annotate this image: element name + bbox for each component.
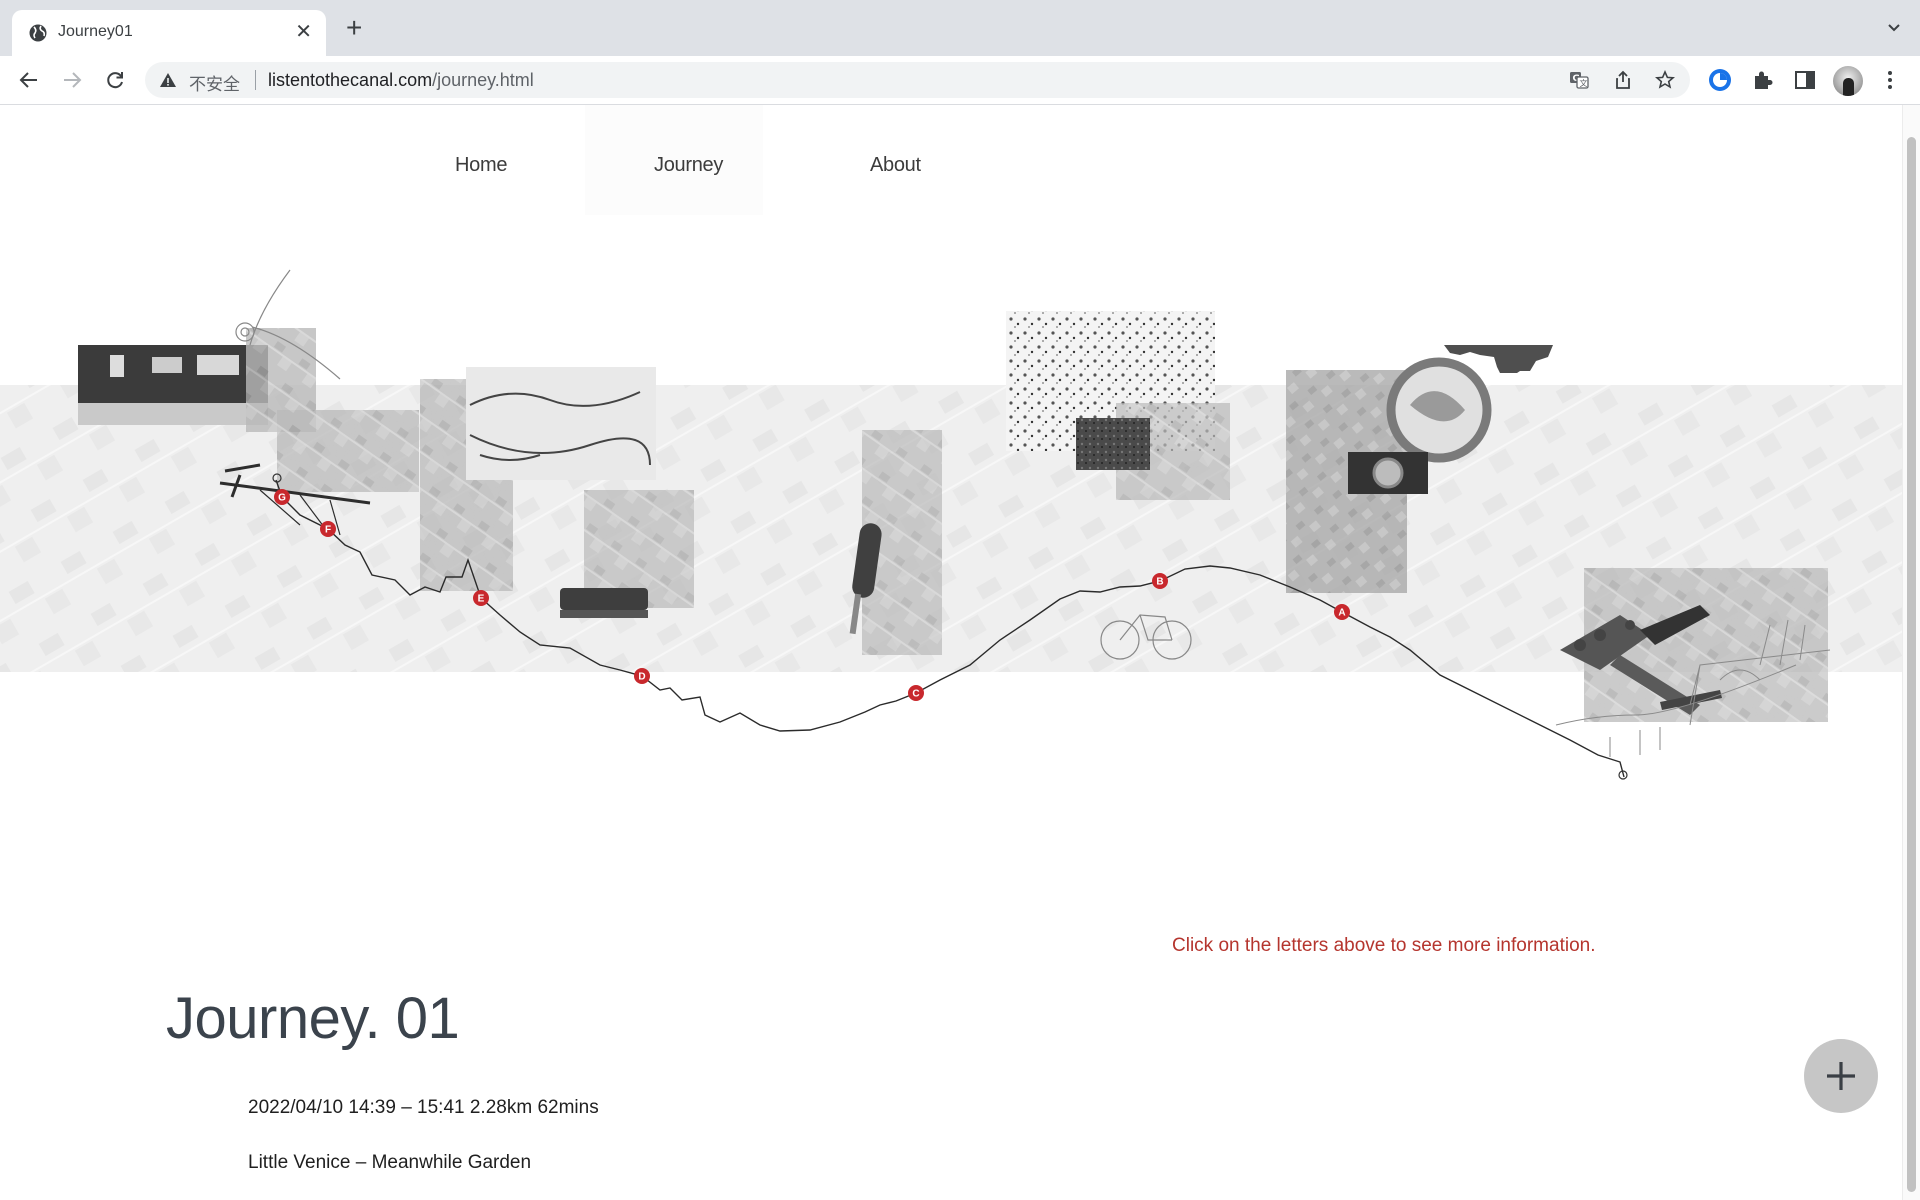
marker-f[interactable]: F (320, 521, 336, 537)
translate-icon[interactable]: G文 (1569, 70, 1589, 90)
security-status[interactable]: 不安全 (189, 70, 240, 95)
marker-letter[interactable]: F (325, 525, 331, 536)
marker-d[interactable]: D (634, 668, 650, 684)
tab-title: Journey01 (58, 23, 133, 40)
puzzle-icon[interactable] (1751, 68, 1775, 92)
plus-icon (1827, 1062, 1855, 1090)
marker-letter[interactable]: G (278, 493, 286, 504)
globe-icon (29, 24, 47, 42)
boat-window (110, 355, 124, 377)
journey-datetime-distance: 2022/04/10 14:39 – 15:41 2.28km 62mins (248, 1097, 599, 1118)
back-button[interactable] (15, 66, 43, 94)
new-tab-button[interactable]: + (346, 14, 362, 42)
url-text[interactable]: listentothecanal.com/journey.html (268, 70, 534, 91)
browser-tab-strip: Journey01 ✕ + (0, 0, 1920, 56)
journey-title: Journey. 01 (166, 986, 460, 1051)
marker-g[interactable]: G (274, 489, 290, 505)
aerial-photo (277, 410, 419, 492)
boat-window (152, 357, 182, 373)
close-icon[interactable]: ✕ (295, 20, 312, 44)
avatar-silhouette (1843, 78, 1854, 96)
bench-seat (560, 610, 648, 618)
marker-letter[interactable]: A (1338, 608, 1345, 619)
kebab-menu-icon[interactable] (1878, 68, 1902, 92)
side-panel-icon[interactable] (1793, 68, 1817, 92)
marker-letter[interactable]: E (478, 594, 485, 605)
scrollbar-thumb[interactable] (1907, 137, 1916, 1192)
narrowboat-reflection (78, 403, 268, 425)
browser-toolbar: 不安全 listentothecanal.com/journey.html G文 (0, 56, 1920, 105)
chevron-down-icon[interactable] (1886, 20, 1902, 36)
address-bar[interactable]: 不安全 listentothecanal.com/journey.html G文 (145, 62, 1690, 98)
narrowboat-photo (78, 345, 268, 403)
marker-c[interactable]: C (908, 685, 924, 701)
reload-button[interactable] (101, 66, 129, 94)
page-scrollbar[interactable] (1902, 105, 1920, 1200)
marker-e[interactable]: E (473, 590, 489, 606)
info-prompt: Click on the letters above to see more i… (1172, 935, 1596, 956)
marker-letter[interactable]: B (1156, 577, 1163, 588)
forward-button[interactable] (58, 66, 86, 94)
marker-b[interactable]: B (1152, 573, 1168, 589)
browser-tab[interactable]: Journey01 ✕ (12, 10, 326, 56)
bench-photo (560, 588, 648, 610)
arrow-left-icon (19, 72, 37, 88)
expand-fab-button[interactable] (1804, 1039, 1878, 1113)
svg-text:文: 文 (1580, 78, 1588, 88)
divider (255, 70, 256, 90)
marker-letter[interactable]: D (638, 672, 645, 683)
marker-a[interactable]: A (1334, 604, 1350, 620)
warning-icon[interactable] (159, 71, 177, 89)
journey-route: Little Venice – Meanwhile Garden (248, 1152, 532, 1173)
url-host: listentothecanal.com (268, 70, 433, 90)
marker-letter[interactable]: C (912, 689, 919, 700)
foliage-photo (1076, 418, 1150, 470)
extension-globe-icon[interactable] (1708, 68, 1732, 92)
lens-small-circle (1372, 457, 1404, 489)
riverbank-sketch (466, 367, 656, 480)
avatar-icon[interactable] (1833, 66, 1863, 96)
url-path: /journey.html (432, 70, 534, 90)
page-content: Home Journey About G F E D C B A Click o… (0, 105, 1902, 1200)
share-icon[interactable] (1613, 70, 1633, 90)
star-icon[interactable] (1655, 70, 1675, 90)
arrow-right-icon (64, 72, 82, 88)
reload-icon (107, 72, 123, 89)
boat-window (197, 355, 239, 375)
